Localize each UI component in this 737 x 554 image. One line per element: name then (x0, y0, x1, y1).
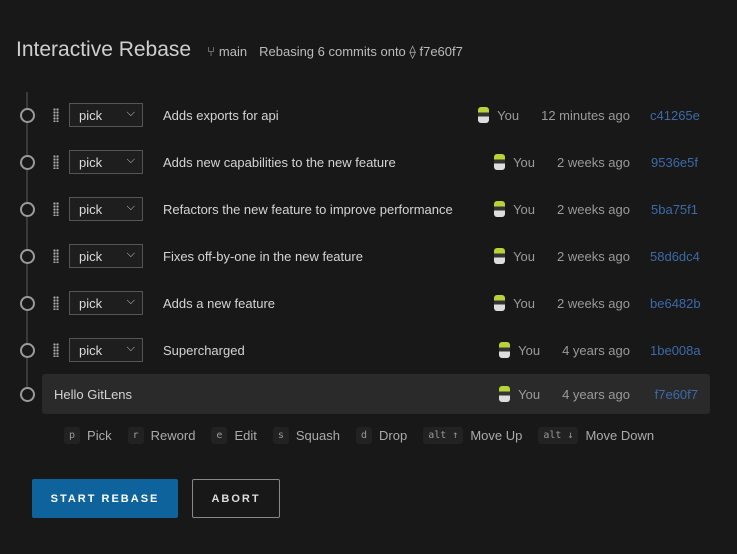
commit-hash[interactable]: 1be008a (650, 343, 698, 358)
action-select[interactable]: pick⌵ (69, 291, 143, 315)
commit-meta: You 2 weeks ago 5ba75f1 (494, 201, 698, 217)
chevron-down-icon: ⌵ (127, 154, 135, 167)
header: Interactive Rebase ⑂main Rebasing 6 comm… (16, 38, 463, 62)
commit-meta: You 2 weeks ago be6482b (494, 295, 698, 311)
shortcut-key: p (64, 427, 80, 444)
action-select[interactable]: pick⌵ (69, 150, 143, 174)
avatar (499, 386, 510, 402)
commit-node (20, 202, 35, 217)
commit-author: You (513, 296, 535, 311)
action-select[interactable]: pick⌵ (69, 338, 143, 362)
shortcut-key: d (356, 427, 372, 444)
commit-author: You (513, 249, 535, 264)
commit-hash[interactable]: 9536e5f (650, 155, 698, 170)
start-rebase-button[interactable]: START REBASE (32, 479, 178, 518)
shortcut-key: s (273, 427, 289, 444)
shortcut-legend: p Pick r Reworde Edit s Squash d Drop alt ↑ Move U… (64, 427, 670, 444)
commit-date: 4 years ago (562, 343, 630, 358)
commit-message: Adds new capabilities to the new feature (163, 155, 396, 170)
chevron-down-icon: ⌵ (127, 248, 135, 261)
page-title: Interactive Rebase (16, 38, 191, 62)
commit-node (20, 387, 35, 402)
commit-message: Hello GitLens (54, 387, 132, 402)
base-commit: Hello GitLens You 4 years ago f7e60f7 (0, 374, 737, 414)
commit-meta: You 12 minutes ago c41265e (478, 107, 698, 123)
avatar (478, 107, 489, 123)
commit-row: pick⌵ Adds exports for api You 12 minute… (0, 95, 737, 135)
commit-message: Supercharged (163, 343, 245, 358)
drag-handle-icon[interactable] (53, 296, 59, 310)
drag-handle-icon[interactable] (53, 155, 59, 169)
commit-meta: You 2 weeks ago 58d6dc4 (494, 248, 698, 264)
chevron-down-icon: ⌵ (127, 107, 135, 120)
shortcut-key: e (211, 427, 227, 444)
commit-date: 2 weeks ago (557, 155, 630, 170)
avatar (494, 154, 505, 170)
commit-row: pick⌵ Fixes off-by-one in the new featur… (0, 236, 737, 276)
abort-button[interactable]: ABORT (192, 479, 280, 518)
chevron-down-icon: ⌵ (127, 295, 135, 308)
commit-message: Fixes off-by-one in the new feature (163, 249, 363, 264)
commit-hash[interactable]: 58d6dc4 (650, 249, 698, 264)
commit-row: pick⌵ Adds new capabilities to the new f… (0, 142, 737, 182)
commit-hash[interactable]: 5ba75f1 (650, 202, 698, 217)
commit-row: pick⌵ Refactors the new feature to impro… (0, 189, 737, 229)
commit-date: 2 weeks ago (557, 249, 630, 264)
commit-meta: You 4 years ago f7e60f7 (499, 386, 698, 402)
commit-message: Adds exports for api (163, 108, 279, 123)
action-select[interactable]: pick⌵ (69, 103, 143, 127)
commit-node (20, 108, 35, 123)
drag-handle-icon[interactable] (53, 108, 59, 122)
drag-handle-icon[interactable] (53, 202, 59, 216)
commit-author: You (497, 108, 519, 123)
commit-author: You (513, 202, 535, 217)
commit-hash[interactable]: c41265e (650, 108, 698, 123)
commit-date: 12 minutes ago (541, 108, 630, 123)
chevron-down-icon: ⌵ (127, 342, 135, 355)
avatar (499, 342, 510, 358)
avatar (494, 201, 505, 217)
commit-node (20, 343, 35, 358)
commit-meta: You 4 years ago 1be008a (499, 342, 698, 358)
shortcut-key: alt ↑ (423, 427, 463, 444)
commit-icon: ⟠ (409, 44, 415, 59)
shortcut-label: Edit (234, 428, 256, 443)
avatar (494, 248, 505, 264)
commit-node (20, 249, 35, 264)
commit-author: You (518, 343, 540, 358)
drag-handle-icon[interactable] (53, 343, 59, 357)
shortcut-label: Move Up (470, 428, 522, 443)
commit-date: 4 years ago (562, 387, 630, 402)
commit-hash[interactable]: f7e60f7 (650, 387, 698, 402)
chevron-down-icon: ⌵ (127, 201, 135, 214)
avatar (494, 295, 505, 311)
commit-date: 2 weeks ago (557, 202, 630, 217)
commit-message: Adds a new feature (163, 296, 275, 311)
action-select[interactable]: pick⌵ (69, 244, 143, 268)
commit-author: You (513, 155, 535, 170)
shortcut-key: alt ↓ (538, 427, 578, 444)
commit-hash[interactable]: be6482b (650, 296, 698, 311)
commit-meta: You 2 weeks ago 9536e5f (494, 154, 698, 170)
commit-row: pick⌵ Supercharged You 4 years ago 1be00… (0, 330, 737, 370)
action-select[interactable]: pick⌵ (69, 197, 143, 221)
drag-handle-icon[interactable] (53, 249, 59, 263)
shortcut-label: Move Down (585, 428, 654, 443)
shortcut-label: Reword (151, 428, 196, 443)
commit-node (20, 296, 35, 311)
branch-icon: ⑂ (207, 44, 215, 59)
branch-label: ⑂main (207, 44, 247, 59)
commit-message: Refactors the new feature to improve per… (163, 202, 453, 217)
commit-author: You (518, 387, 540, 402)
rebase-summary: Rebasing 6 commits onto ⟠ f7e60f7 (259, 44, 463, 60)
shortcut-label: Pick (87, 428, 112, 443)
shortcut-key: r (128, 427, 144, 444)
shortcut-label: Drop (379, 428, 407, 443)
commit-date: 2 weeks ago (557, 296, 630, 311)
commit-node (20, 155, 35, 170)
commit-row: pick⌵ Adds a new feature You 2 weeks ago… (0, 283, 737, 323)
shortcut-label: Squash (296, 428, 340, 443)
